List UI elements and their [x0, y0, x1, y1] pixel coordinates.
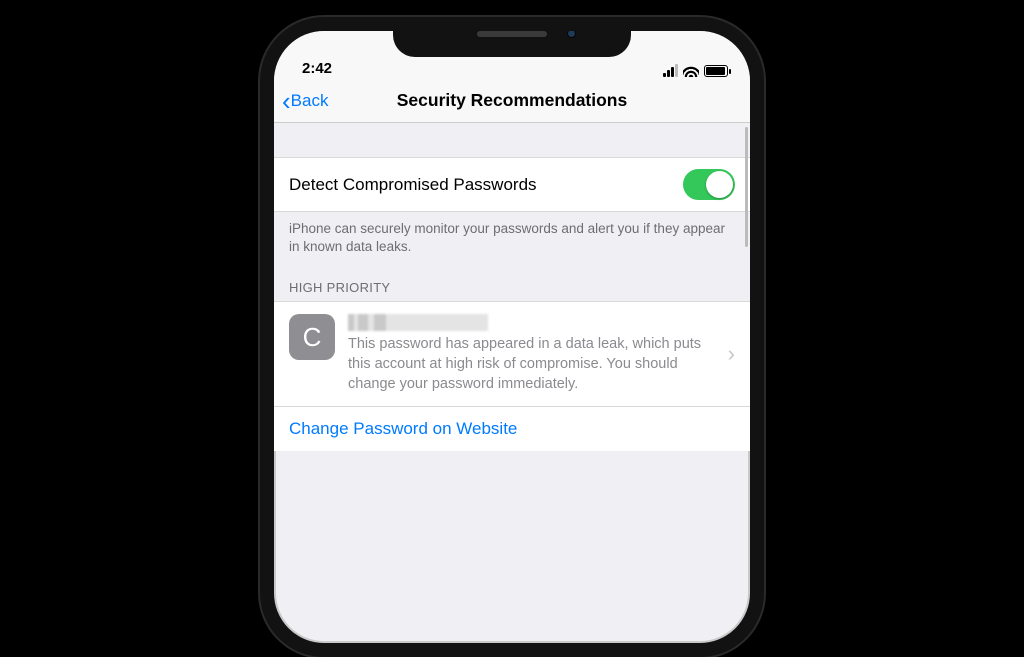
password-item-subtitle: This password has appeared in a data lea…: [348, 335, 711, 394]
status-time: 2:42: [302, 60, 332, 77]
scroll-indicator: [745, 127, 748, 247]
chevron-right-icon: ›: [724, 341, 735, 367]
site-avatar: C: [289, 314, 335, 360]
back-label: Back: [291, 91, 329, 111]
cellular-signal-icon: [663, 64, 678, 77]
navigation-bar: ‹ Back Security Recommendations: [274, 79, 750, 123]
battery-icon: [704, 65, 728, 77]
password-item[interactable]: C This password has appeared in a data l…: [274, 301, 750, 406]
section-header-high-priority: HIGH PRIORITY: [274, 262, 750, 301]
wifi-icon: [683, 65, 699, 77]
chevron-left-icon: ‹: [282, 88, 291, 114]
speaker-grille: [477, 31, 547, 37]
site-name-redacted: [348, 314, 488, 331]
detect-compromised-footer: iPhone can securely monitor your passwor…: [274, 212, 750, 262]
detect-compromised-label: Detect Compromised Passwords: [289, 175, 537, 195]
page-title: Security Recommendations: [274, 90, 750, 111]
front-camera: [567, 29, 576, 38]
content-area: Detect Compromised Passwords iPhone can …: [274, 123, 750, 451]
detect-compromised-row[interactable]: Detect Compromised Passwords: [274, 157, 750, 212]
phone-frame: 2:42 ‹ Back Security Recommendations Det…: [260, 17, 764, 657]
change-password-link[interactable]: Change Password on Website: [274, 406, 750, 451]
detect-compromised-toggle[interactable]: [683, 169, 735, 200]
back-button[interactable]: ‹ Back: [274, 88, 328, 114]
notch: [393, 17, 631, 57]
